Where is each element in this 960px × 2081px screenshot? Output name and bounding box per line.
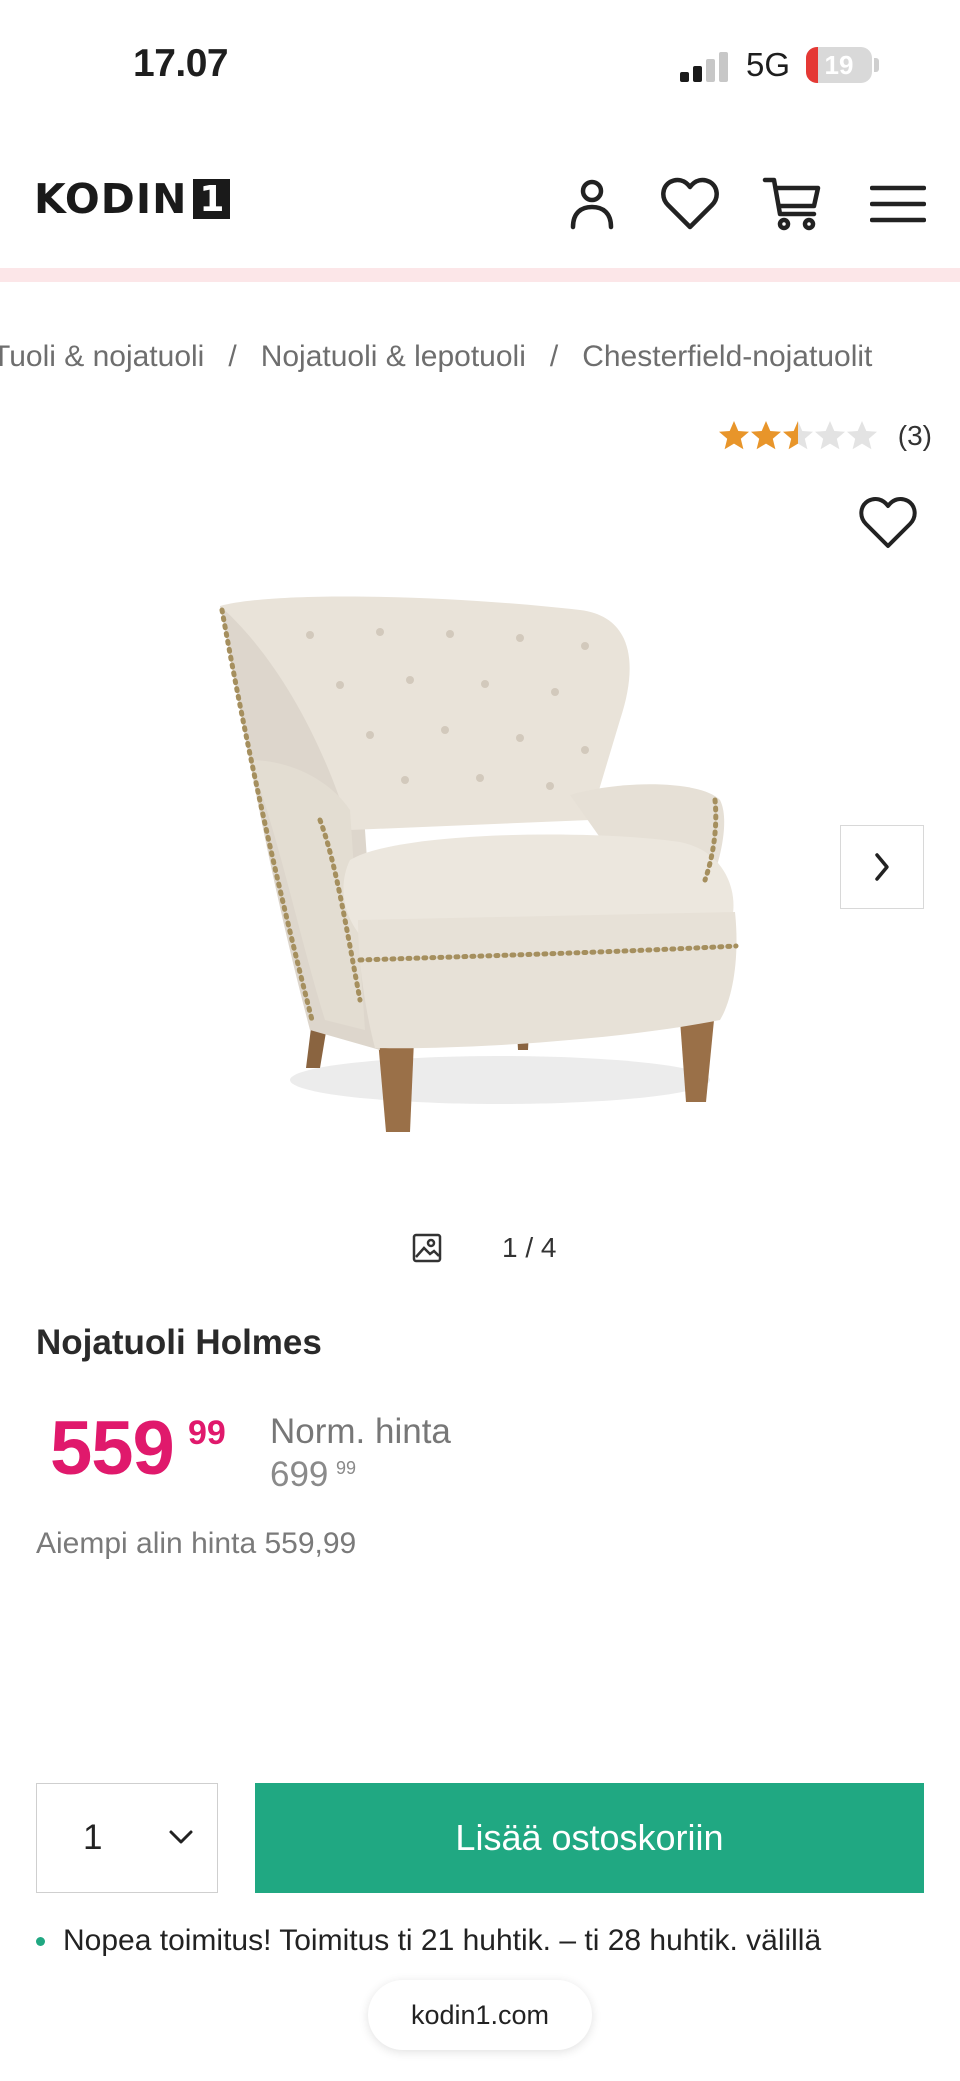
network-type: 5G (746, 46, 791, 83)
price-main: 559 (50, 1406, 175, 1491)
next-image-button[interactable] (840, 825, 924, 909)
product-image[interactable] (200, 580, 760, 1140)
add-to-wishlist-button[interactable] (858, 496, 920, 558)
breadcrumb-item[interactable]: Tuoli & nojatuoli (0, 340, 204, 373)
rating-count: (3) (897, 420, 932, 451)
normal-price-cents: 99 (336, 1458, 357, 1478)
price-cents: 99 (188, 1414, 226, 1452)
bullet-dot (36, 1936, 45, 1946)
browser-url-bar[interactable]: kodin1.com (368, 1980, 592, 2050)
kodin1-logo[interactable]: KODIN 1 (34, 175, 231, 223)
quantity-value: 1 (83, 1818, 103, 1857)
gallery-counter: 1 / 4 (412, 1232, 556, 1264)
breadcrumb: Tuoli & nojatuoli / Nojatuoli & lepotuoli /… (0, 340, 872, 374)
battery-level: 19 (824, 50, 854, 80)
image-icon (412, 1233, 442, 1263)
status-time: 17.07 (133, 42, 229, 85)
logo-text: KODIN (34, 175, 188, 223)
site-header: KODIN 1 (0, 150, 960, 270)
menu-icon[interactable] (866, 172, 930, 236)
breadcrumb-item[interactable]: Chesterfield-nojatuolit (582, 340, 872, 373)
product-title: Nojatuoli Holmes (36, 1323, 322, 1362)
chevron-down-icon (169, 1830, 193, 1844)
quantity-select[interactable]: 1 (36, 1783, 218, 1893)
breadcrumb-separator: / (549, 340, 559, 373)
wishlist-heart-icon[interactable] (658, 172, 722, 236)
breadcrumb-separator: / (228, 340, 237, 373)
account-icon[interactable] (560, 172, 624, 236)
header-divider (0, 268, 960, 282)
rating-stars-icon (718, 421, 877, 450)
battery-icon: 19 (806, 47, 872, 83)
status-bar: 17.07 5G 19 (0, 0, 960, 130)
product-rating[interactable]: (3) (718, 420, 932, 452)
logo-number: 1 (193, 179, 231, 220)
signal-strength-icon (680, 50, 730, 82)
normal-price-label: Norm. hinta (270, 1412, 451, 1451)
normal-price: 699 (270, 1455, 329, 1494)
add-to-cart-button[interactable]: Lisää ostoskoriin (255, 1783, 924, 1893)
lowest-previous-price: Aiempi alin hinta 559,99 (36, 1527, 357, 1560)
delivery-info: Nopea toimitus! Toimitus ti 21 huhtik. –… (36, 1924, 821, 1958)
cart-icon[interactable] (760, 172, 824, 236)
delivery-text: Nopea toimitus! Toimitus ti 21 huhtik. –… (63, 1924, 822, 1957)
image-counter-text: 1 / 4 (502, 1232, 557, 1263)
heart-icon (859, 496, 917, 548)
chevron-right-icon (875, 853, 889, 881)
breadcrumb-item[interactable]: Nojatuoli & lepotuoli (261, 340, 526, 373)
